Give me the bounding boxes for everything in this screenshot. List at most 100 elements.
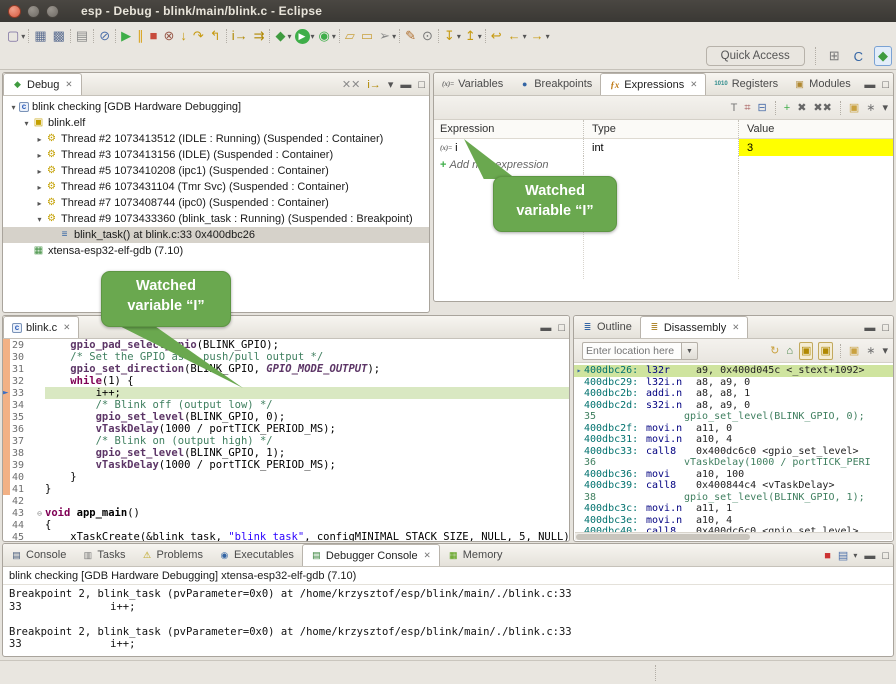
- tree-item[interactable]: ▾cblink checking [GDB Hardware Debugging…: [3, 99, 429, 115]
- profile-icon[interactable]: ◉: [316, 26, 333, 46]
- close-tab-icon[interactable]: ✕: [732, 322, 739, 333]
- expander-icon[interactable]: ▸: [34, 183, 45, 192]
- expression-row[interactable]: (x)= i int 3: [434, 139, 893, 156]
- tab-breakpoints[interactable]: ●Breakpoints: [511, 73, 600, 95]
- location-input[interactable]: [582, 342, 682, 360]
- view-menu-icon[interactable]: ▾: [881, 343, 889, 359]
- quick-access-button[interactable]: Quick Access: [706, 46, 805, 66]
- profile-dropdown[interactable]: ▾: [332, 32, 336, 41]
- refresh-icon[interactable]: ↻: [769, 343, 780, 359]
- location-dropdown-icon[interactable]: ▼: [682, 342, 698, 360]
- column-value[interactable]: Value: [739, 120, 893, 138]
- maximize-icon[interactable]: □: [557, 320, 566, 336]
- remove-all-expressions-icon[interactable]: ✖✖: [812, 100, 832, 116]
- open-element-icon[interactable]: ▱: [342, 26, 358, 46]
- annotate-icon[interactable]: ✎: [402, 26, 419, 46]
- step-into-icon[interactable]: ↓: [177, 26, 190, 46]
- pin-down-icon[interactable]: ↧: [441, 26, 458, 46]
- new-wizard-dropdown[interactable]: ▾: [21, 32, 25, 41]
- save-all-icon[interactable]: ▩: [50, 26, 68, 46]
- step-return-icon[interactable]: ↰: [207, 26, 224, 46]
- run-icon[interactable]: ▶: [295, 29, 310, 44]
- back-icon[interactable]: ←: [505, 26, 524, 46]
- instruction-stepping-icon[interactable]: i→: [229, 26, 251, 46]
- close-tab-icon[interactable]: ✕: [65, 79, 72, 90]
- terminate-console-icon[interactable]: ■: [823, 548, 832, 564]
- maximize-icon[interactable]: □: [881, 77, 890, 93]
- display-selected-console-icon[interactable]: ▤: [837, 548, 849, 564]
- expander-icon[interactable]: ▸: [34, 151, 45, 160]
- tab-disassembly[interactable]: ≣Disassembly✕: [640, 316, 748, 338]
- close-tab-icon[interactable]: ✕: [63, 322, 70, 333]
- follow-pc-icon[interactable]: ▣: [799, 342, 813, 360]
- pin-up-dropdown[interactable]: ▾: [478, 32, 482, 41]
- maximize-icon[interactable]: □: [881, 548, 890, 564]
- minimize-icon[interactable]: ▬: [863, 548, 876, 564]
- cpp-perspective-icon[interactable]: C: [851, 48, 866, 65]
- forward-dropdown[interactable]: ▾: [546, 32, 550, 41]
- save-icon[interactable]: ▦: [31, 26, 49, 46]
- expander-icon[interactable]: ▸: [34, 167, 45, 176]
- disconnect-icon[interactable]: ⊗: [160, 26, 177, 46]
- expander-icon[interactable]: ▾: [34, 215, 45, 224]
- tree-item[interactable]: ▾▣blink.elf: [3, 115, 429, 131]
- collapse-all-icon[interactable]: ⊟: [757, 100, 768, 116]
- maximize-icon[interactable]: □: [881, 320, 890, 336]
- snapshot-icon[interactable]: ⊙: [419, 26, 436, 46]
- expander-icon[interactable]: ▸: [34, 199, 45, 208]
- maximize-icon[interactable]: □: [417, 77, 426, 93]
- debug-perspective-icon[interactable]: ◆: [874, 46, 892, 66]
- sync-selection-icon[interactable]: ▣: [818, 342, 832, 360]
- run-dropdown[interactable]: ▾: [311, 32, 315, 41]
- tab-tasks[interactable]: ▥Tasks: [74, 544, 133, 566]
- expander-icon[interactable]: ▾: [21, 119, 32, 128]
- minimize-icon[interactable]: ▬: [539, 320, 552, 336]
- step-over-icon[interactable]: ↷: [190, 26, 207, 46]
- tree-item[interactable]: ▸⚙Thread #5 1073410208 (ipc1) (Suspended…: [3, 163, 429, 179]
- resume-icon[interactable]: ▶: [118, 26, 134, 46]
- tree-item[interactable]: ▸⚙Thread #3 1073413156 (IDLE) (Suspended…: [3, 147, 429, 163]
- debug-launch-tree[interactable]: ▾cblink checking [GDB Hardware Debugging…: [3, 96, 429, 259]
- tab-debug[interactable]: ◆Debug✕: [3, 73, 82, 95]
- new-view-icon[interactable]: ▣: [848, 343, 860, 359]
- print-icon[interactable]: ▤: [73, 26, 91, 46]
- tab-registers[interactable]: 1010Registers: [706, 73, 786, 95]
- console-output[interactable]: Breakpoint 2, blink_task (pvParameter=0x…: [3, 585, 893, 654]
- minimize-icon[interactable]: ▬: [399, 77, 412, 93]
- tab-outline[interactable]: ≣Outline: [574, 316, 640, 338]
- view-menu-icon[interactable]: ▾: [881, 100, 889, 116]
- debug-icon[interactable]: ◆: [272, 26, 288, 46]
- breakpoint-icon[interactable]: ►: [3, 387, 8, 399]
- expander-icon[interactable]: ▾: [8, 103, 19, 112]
- close-button[interactable]: [8, 5, 21, 18]
- last-edit-location-icon[interactable]: ↩: [488, 26, 505, 46]
- pin-view-icon[interactable]: ∗: [865, 343, 876, 359]
- open-perspective-icon[interactable]: ⊞: [826, 47, 843, 65]
- column-expression[interactable]: Expression: [434, 120, 584, 138]
- tab-expressions[interactable]: ƒxExpressions✕: [600, 73, 706, 95]
- minimize-button[interactable]: [27, 5, 40, 18]
- fold-minus-icon[interactable]: ⊖: [34, 509, 45, 518]
- tab-memory[interactable]: ▦Memory: [440, 544, 511, 566]
- flash-download-dropdown[interactable]: ▾: [392, 32, 396, 41]
- use-step-filters-icon[interactable]: ⇉: [251, 26, 268, 46]
- column-type[interactable]: Type: [584, 120, 739, 138]
- back-dropdown[interactable]: ▾: [523, 32, 527, 41]
- pin-up-icon[interactable]: ↥: [462, 26, 479, 46]
- maximize-button[interactable]: [46, 5, 59, 18]
- add-expression-icon[interactable]: +: [783, 100, 791, 116]
- home-icon[interactable]: ⌂: [785, 343, 794, 359]
- show-type-names-icon[interactable]: T: [730, 100, 739, 116]
- remove-all-terminated-icon[interactable]: ✕✕: [341, 77, 361, 93]
- code-editor[interactable]: 29 gpio_pad_select_gpio(BLINK_GPIO);30 /…: [3, 339, 569, 542]
- show-logical-structure-icon[interactable]: ⌗: [743, 100, 751, 116]
- close-tab-icon[interactable]: ✕: [424, 550, 431, 561]
- skip-all-breakpoints-icon[interactable]: ⊘: [96, 26, 113, 46]
- horizontal-scrollbar[interactable]: [575, 532, 892, 540]
- tree-item[interactable]: ▾⚙Thread #9 1073433360 (blink_task : Run…: [3, 211, 429, 227]
- pin-down-dropdown[interactable]: ▾: [457, 32, 461, 41]
- display-selected-console-dropdown[interactable]: ▾: [853, 551, 857, 560]
- new-wizard-icon[interactable]: ▢: [4, 26, 22, 46]
- tab-blink-c[interactable]: cblink.c✕: [3, 316, 79, 338]
- forward-icon[interactable]: →: [528, 26, 547, 46]
